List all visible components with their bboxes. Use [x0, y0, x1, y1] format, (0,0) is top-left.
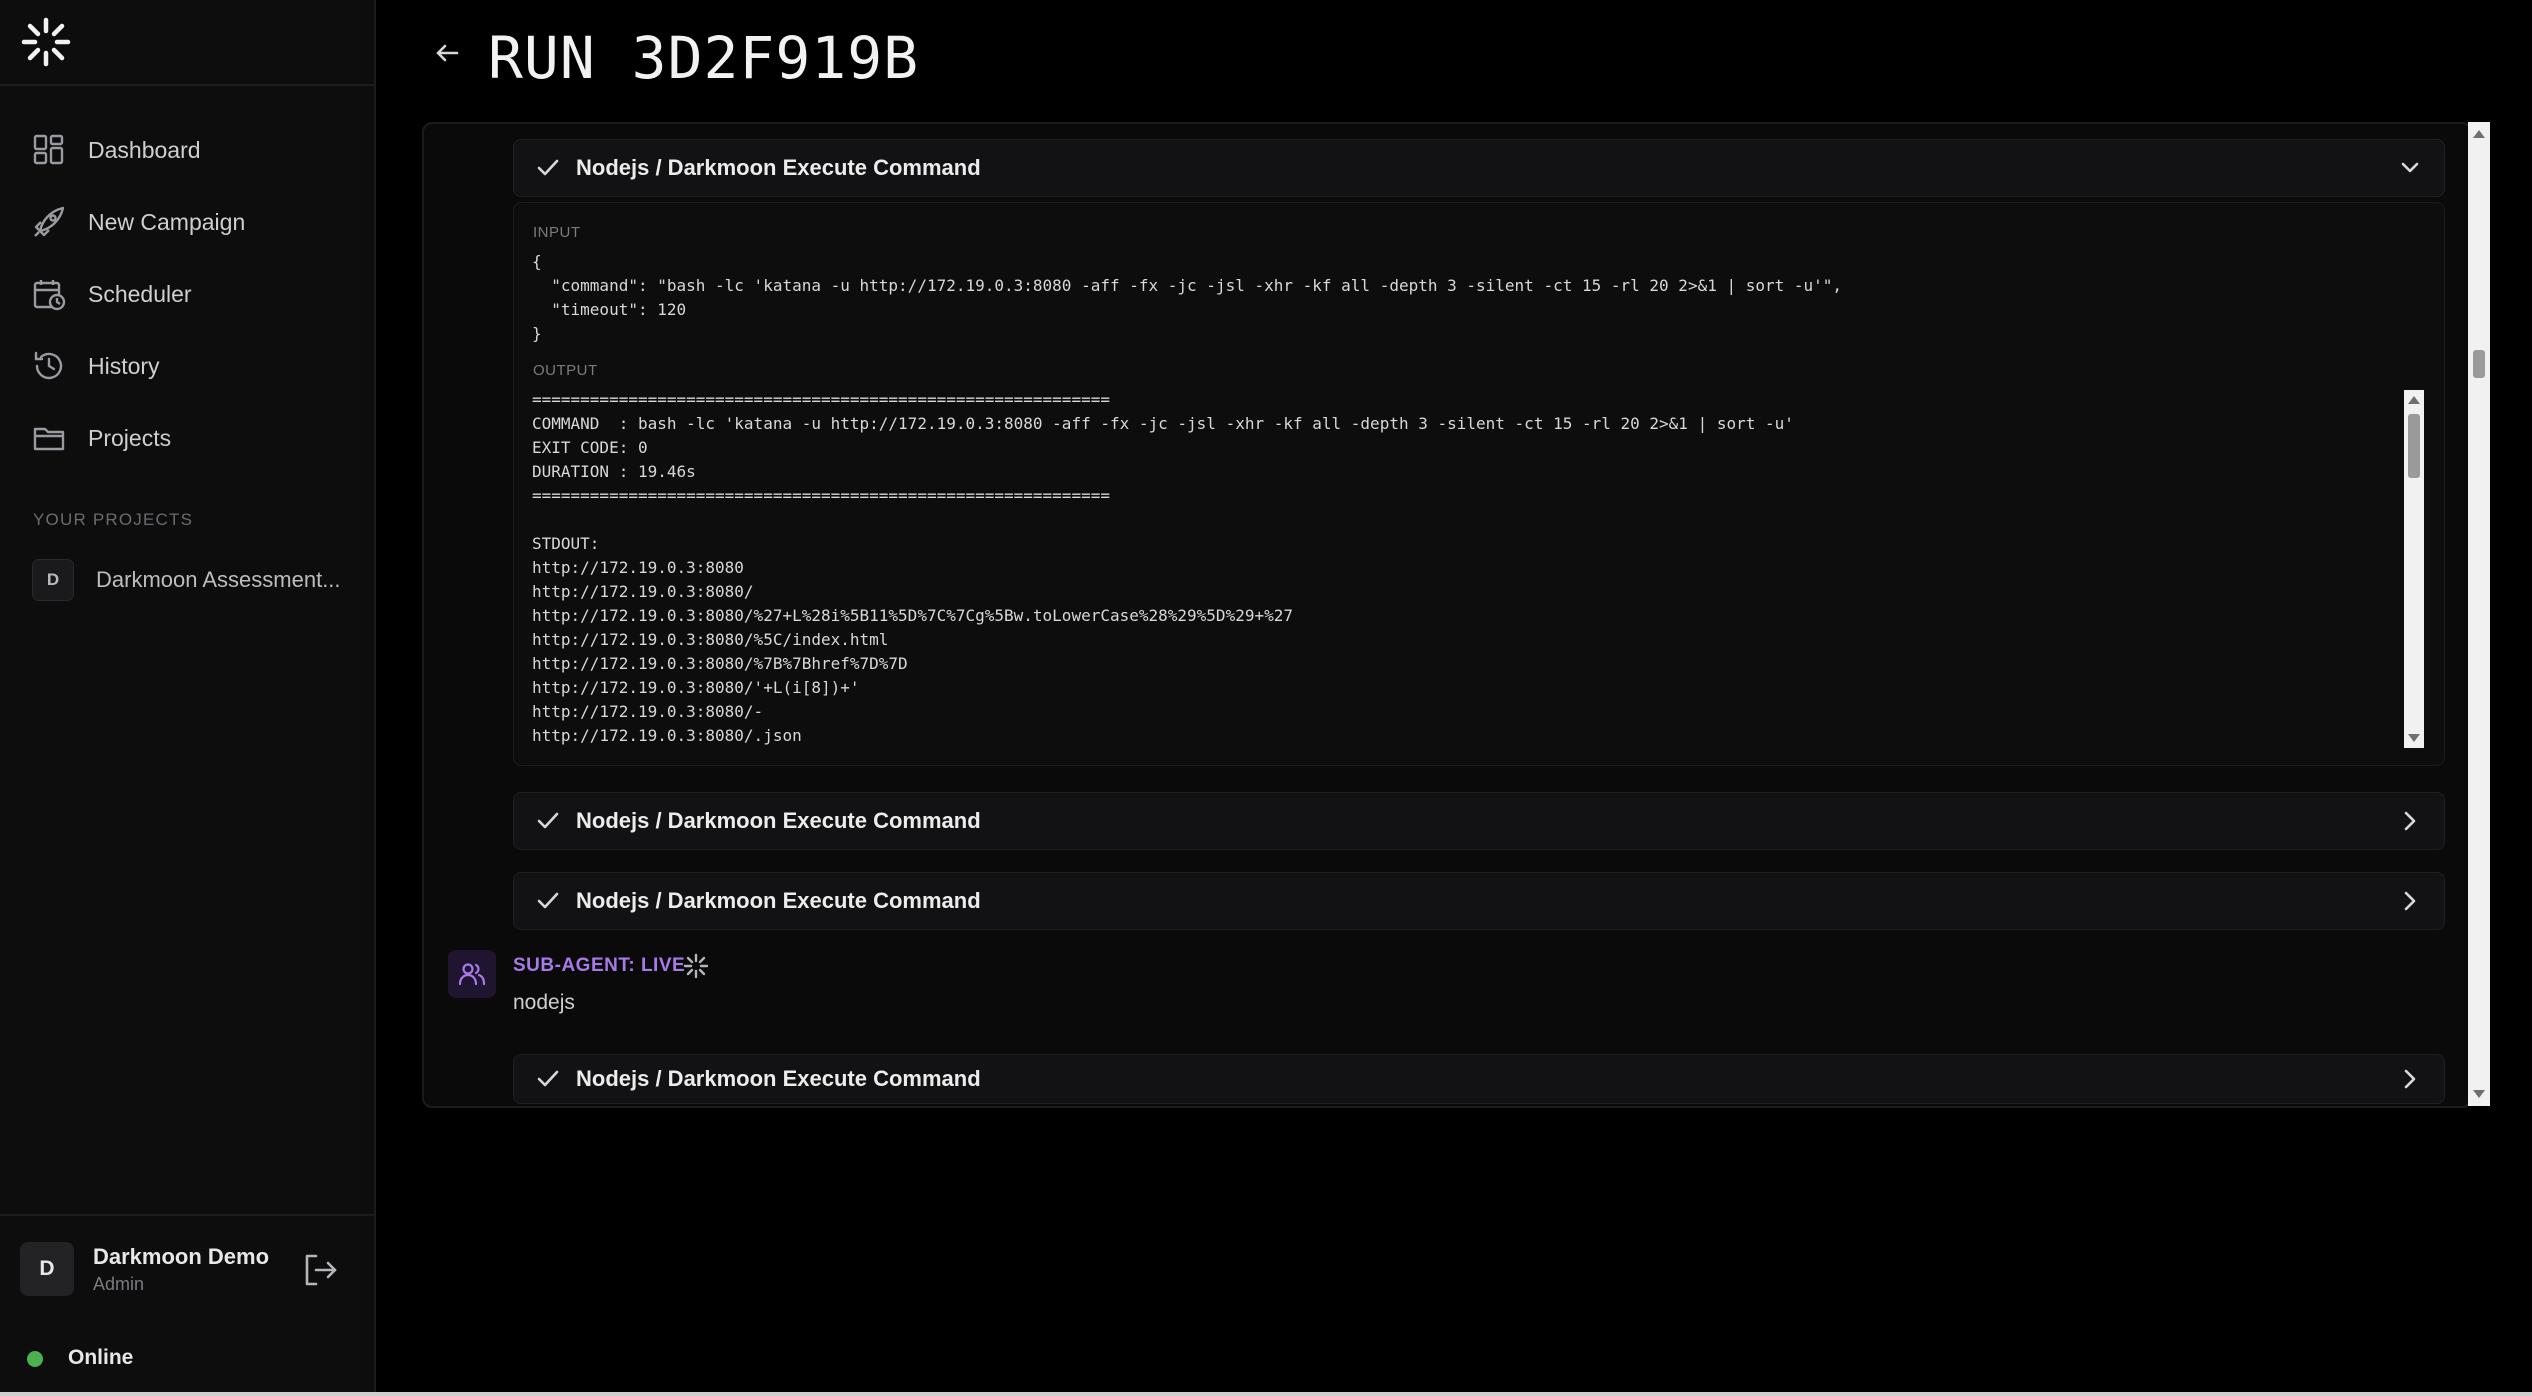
sidebar-item-label: Projects [88, 424, 172, 451]
sidebar-item-history[interactable]: History [32, 340, 352, 392]
burst-logo-icon[interactable] [18, 14, 74, 70]
output-line: COMMAND : bash -lc 'katana -u http://172… [532, 414, 1794, 433]
output-line: http://172.19.0.3:8080/%27+L%28i%5B11%5D… [532, 606, 1293, 625]
input-line: { [532, 252, 542, 271]
tool-call-title: Nodejs / Darkmoon Execute Command [576, 1066, 981, 1091]
output-console[interactable]: ========================================… [532, 390, 2404, 750]
history-icon [34, 351, 63, 380]
output-line: http://172.19.0.3:8080/%5C/index.html [532, 630, 889, 649]
status-label: Online [68, 1346, 134, 1369]
output-line: http://172.19.0.3:8080/%7B%7Bhref%7D%7D [532, 654, 908, 673]
status-indicator [27, 1351, 43, 1367]
scroll-down-arrow-icon[interactable] [2473, 1090, 2485, 1098]
tool-call-card[interactable]: Nodejs / Darkmoon Execute Command [513, 139, 2445, 197]
output-line: ========================================… [532, 390, 1110, 409]
chevron-down-icon[interactable] [2396, 154, 2424, 182]
tool-call-title: Nodejs / Darkmoon Execute Command [576, 808, 981, 833]
output-line: http://172.19.0.3:8080/- [532, 702, 764, 721]
section-title: YOUR PROJECTS [33, 510, 194, 529]
grid-icon [33, 134, 64, 165]
sub-agent-name: nodejs [513, 991, 575, 1014]
output-line: http://172.19.0.3:8080/.json [532, 726, 802, 745]
scroll-up-arrow-icon[interactable] [2408, 396, 2420, 404]
sidebar-item-projects[interactable]: Projects [32, 412, 352, 464]
window-bottom-edge [0, 1392, 2532, 1396]
back-arrow-icon[interactable] [430, 36, 464, 70]
panel-scrollbar[interactable] [2468, 122, 2490, 1106]
output-line: STDOUT: [532, 534, 600, 553]
output-label: OUTPUT [533, 362, 598, 379]
chevron-right-icon[interactable] [2396, 807, 2424, 835]
users-icon [448, 950, 496, 998]
sidebar-item-label: New Campaign [88, 208, 246, 235]
output-scrollbar[interactable] [2404, 390, 2424, 748]
tool-call-card[interactable]: Nodejs / Darkmoon Execute Command [513, 872, 2445, 930]
chevron-right-icon[interactable] [2396, 887, 2424, 915]
input-line: } [532, 324, 542, 343]
rocket-icon [34, 206, 65, 237]
sidebar-item-dashboard[interactable]: Dashboard [32, 124, 352, 176]
sidebar-item-scheduler[interactable]: Scheduler [32, 268, 352, 320]
output-line: EXIT CODE: 0 [532, 438, 648, 457]
input-line: "command": "bash -lc 'katana -u http://1… [532, 276, 1843, 295]
sub-agent-status: SUB-AGENT: LIVE [513, 955, 686, 976]
check-icon [537, 892, 559, 909]
tool-call-title: Nodejs / Darkmoon Execute Command [576, 888, 981, 913]
tool-call-card[interactable]: Nodejs / Darkmoon Execute Command [513, 792, 2445, 850]
sidebar: Dashboard New Campaign Scheduler History… [0, 0, 376, 1392]
chevron-right-icon[interactable] [2396, 1065, 2424, 1093]
folder-icon [33, 427, 65, 451]
check-icon [537, 812, 559, 829]
scroll-down-arrow-icon[interactable] [2408, 734, 2420, 742]
scroll-thumb[interactable] [2473, 350, 2485, 378]
project-name: Darkmoon Assessment... [96, 567, 341, 592]
loading-spinner-icon [683, 953, 709, 979]
output-line: http://172.19.0.3:8080 [532, 558, 744, 577]
sidebar-divider [0, 1214, 374, 1216]
calendar-clock-icon [33, 280, 66, 311]
user-name: Darkmoon Demo [93, 1244, 270, 1269]
tool-call-title: Nodejs / Darkmoon Execute Command [576, 155, 981, 180]
sidebar-divider [0, 84, 374, 86]
output-line: http://172.19.0.3:8080/ [532, 582, 754, 601]
output-line: DURATION : 19.46s [532, 462, 696, 481]
user-role: Admin [93, 1274, 145, 1294]
sidebar-item-label: Scheduler [88, 280, 192, 307]
output-line: ========================================… [532, 486, 1110, 505]
sidebar-item-label: History [88, 352, 160, 379]
sidebar-item-new-campaign[interactable]: New Campaign [32, 196, 352, 248]
sidebar-item-label: Dashboard [88, 136, 201, 163]
check-icon [537, 159, 559, 176]
tool-call-card[interactable]: Nodejs / Darkmoon Execute Command [513, 1054, 2445, 1104]
sidebar-project-item[interactable]: D Darkmoon Assessment... [32, 558, 352, 602]
avatar[interactable]: D [20, 1242, 74, 1296]
input-label: INPUT [533, 224, 581, 241]
scroll-up-arrow-icon[interactable] [2473, 130, 2485, 138]
scroll-thumb[interactable] [2408, 414, 2420, 478]
project-badge: D [32, 559, 74, 601]
input-line: "timeout": 120 [532, 300, 687, 319]
check-icon [537, 1070, 559, 1087]
logout-icon[interactable] [300, 1250, 340, 1290]
page-title: RUN 3D2F919B [488, 24, 920, 92]
output-line: http://172.19.0.3:8080/'+L(i[8])+' [532, 678, 860, 697]
